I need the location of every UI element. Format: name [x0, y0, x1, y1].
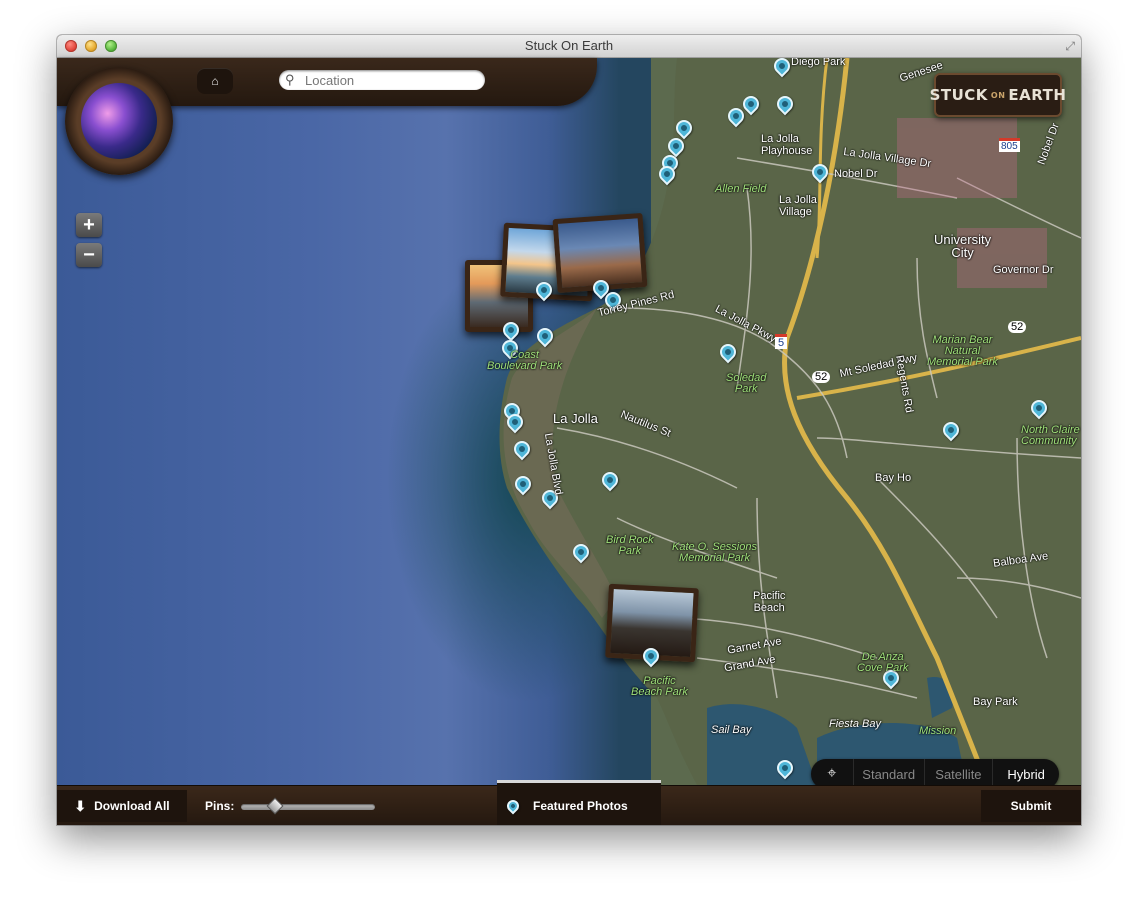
home-icon: ⌂: [211, 74, 219, 88]
locate-me-icon[interactable]: ⌖: [811, 759, 853, 785]
download-all-button[interactable]: ⬇ Download All: [57, 790, 187, 822]
map-label-mission: Mission: [919, 725, 957, 737]
zoom-out-button[interactable]: −: [76, 243, 102, 267]
map-label-sail-bay: Sail Bay: [711, 724, 752, 736]
map-label-governor-dr: Governor Dr: [993, 264, 1054, 276]
pins-slider[interactable]: [241, 804, 375, 810]
map-label-la-jolla: La Jolla: [553, 411, 598, 426]
user-avatar-frame: [65, 67, 173, 175]
search-icon: ⚲: [285, 72, 295, 87]
map-label-nobel-dr: Nobel Dr: [834, 168, 878, 180]
map-label-pacific-beach: Pacific Beach: [753, 590, 786, 614]
map-label-bay-park: Bay Park: [973, 696, 1018, 708]
pins-slider-handle[interactable]: [266, 797, 284, 815]
bottom-toolbar: ⬇ Download All Pins: Featured Photos Sub…: [57, 780, 1081, 825]
fullscreen-icon[interactable]: ⤢: [1065, 39, 1075, 54]
map-label-coast-boulevard-park: Coast Boulevard Park: [487, 349, 563, 372]
map-label-pacific-beach-park: Pacific Beach Park: [631, 675, 688, 698]
pins-label: Pins:: [205, 799, 235, 813]
featured-photos-tab[interactable]: Featured Photos: [497, 780, 661, 825]
map-label-highway-5: 5: [775, 334, 788, 349]
map-label-highway-805: 805: [999, 138, 1020, 152]
map-label-north-clairemont: North Claire Community: [1021, 424, 1080, 447]
map-label-bay-ho: Bay Ho: [875, 472, 912, 484]
map-label-fiesta-bay: Fiesta Bay: [829, 718, 881, 730]
map-label-la-jolla-playhouse: La Jolla Playhouse: [761, 133, 813, 157]
map-label-bird-rock-park: Bird Rock Park: [606, 534, 654, 557]
stuck-on-earth-logo: STUCK ON EARTH: [930, 73, 1066, 117]
map-label-soledad-park: Soledad Park: [726, 372, 767, 395]
map-mode-satellite[interactable]: Satellite: [923, 759, 993, 785]
map-mode-switcher: ⌖ Standard Satellite Hybrid: [811, 759, 1059, 785]
map-view[interactable]: Diego Park Genesee La Jolla Playhouse La…: [57, 58, 1081, 785]
map-label-highway-52: 52: [812, 371, 831, 383]
zoom-in-button[interactable]: +: [76, 213, 102, 237]
submit-button[interactable]: Submit: [981, 790, 1081, 822]
map-label-marian-bear: Marian Bear Natural Memorial Park: [927, 334, 998, 368]
user-avatar[interactable]: [81, 83, 157, 159]
map-label-allen-field: Allen Field: [715, 183, 767, 195]
map-label-la-jolla-village: La Jolla Village: [779, 194, 817, 218]
home-button[interactable]: ⌂: [197, 68, 233, 94]
location-search-input[interactable]: [305, 72, 475, 88]
map-label-highway-52-b: 52: [1008, 321, 1027, 333]
location-search[interactable]: ⚲: [279, 70, 485, 90]
map-label-university-city: University City: [934, 232, 992, 260]
map-label-diego-park: Diego Park: [791, 58, 846, 68]
map-label-kate-sessions: Kate O. Sessions Memorial Park: [672, 541, 757, 564]
map-mode-standard[interactable]: Standard: [852, 759, 924, 785]
window-title: Stuck On Earth: [524, 38, 614, 53]
download-icon: ⬇: [74, 797, 87, 814]
title-bar: Stuck On Earth ⤢: [57, 35, 1081, 58]
pin-icon: [504, 797, 522, 815]
map-label-de-anza-cove: De Anza Cove Park: [857, 651, 909, 674]
map-mode-hybrid[interactable]: Hybrid: [992, 759, 1059, 785]
app-window: Stuck On Earth ⤢ Diego Park Genesee La J…: [57, 35, 1081, 825]
